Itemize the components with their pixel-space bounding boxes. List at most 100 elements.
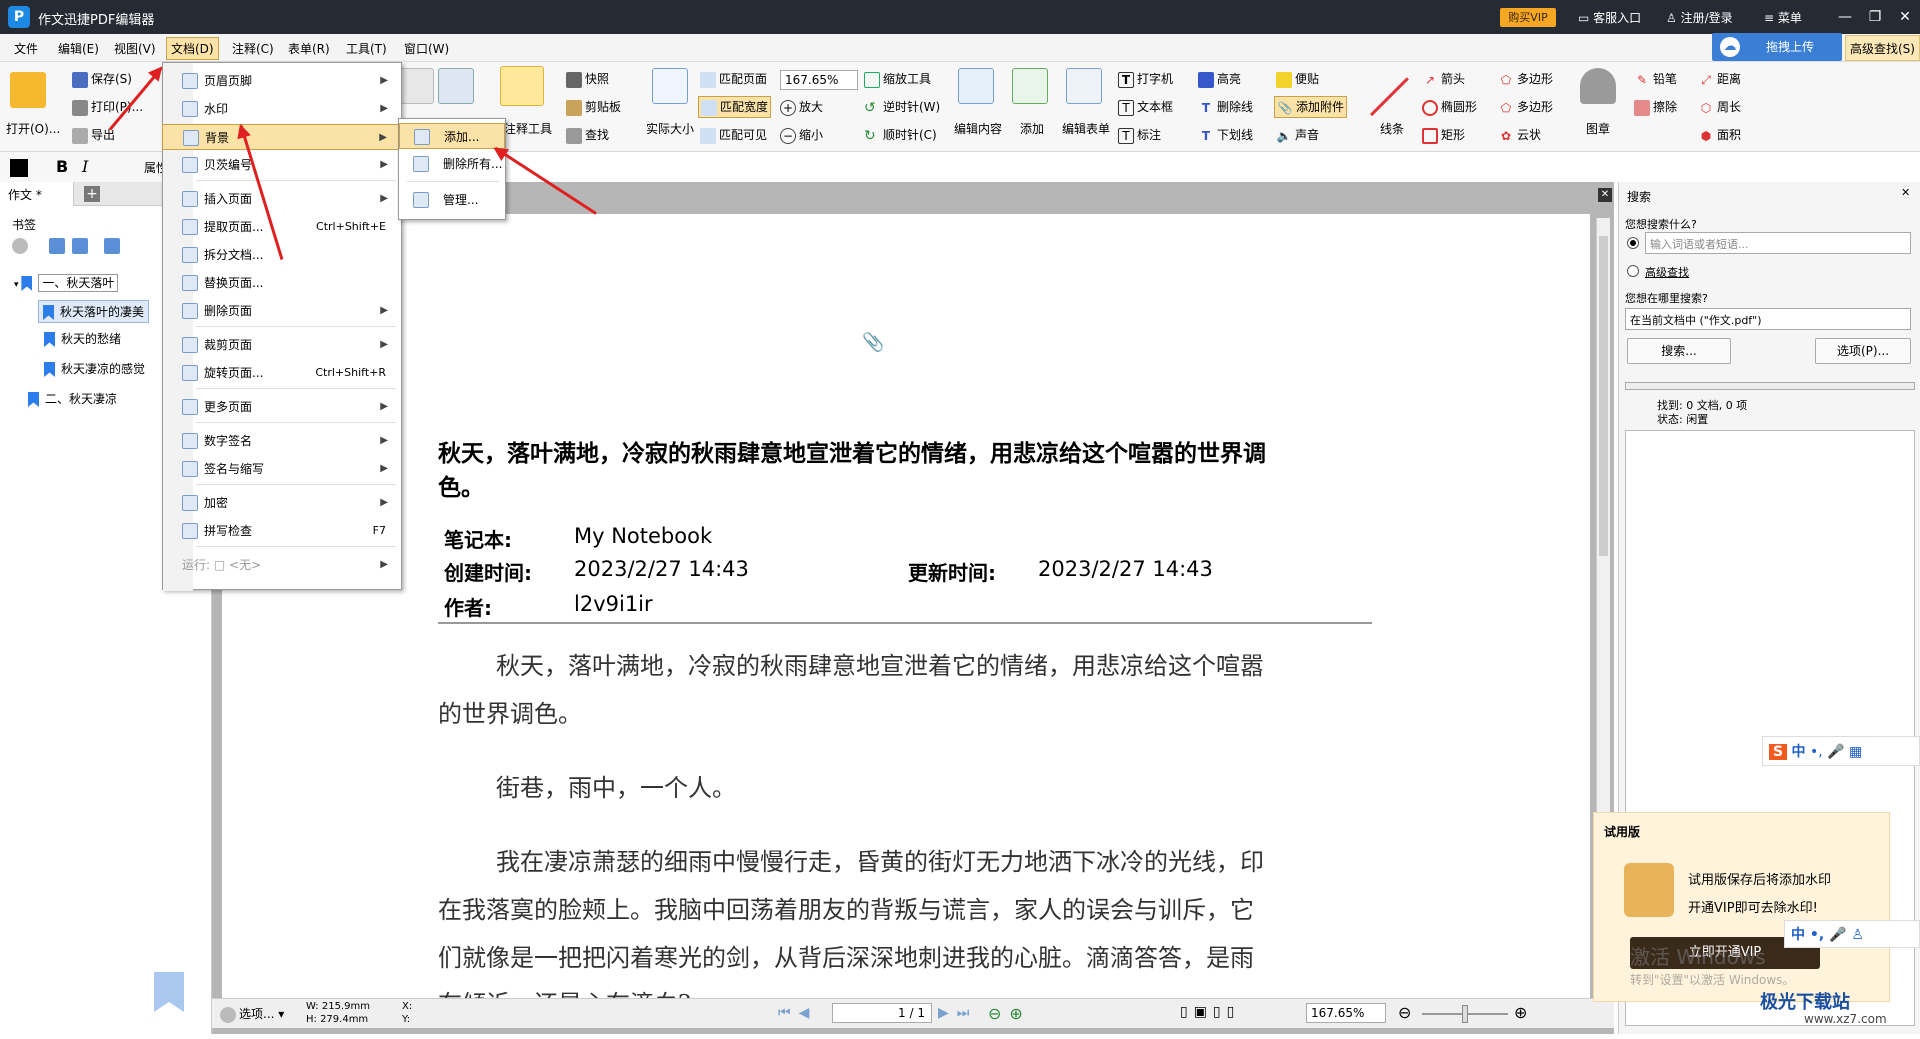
color-swatch[interactable] <box>10 159 28 177</box>
document-menu-item[interactable]: 裁剪页面 ▶ <box>162 332 400 358</box>
menu-edit[interactable]: 编辑(E) <box>54 39 103 58</box>
rect-button[interactable]: 矩形 <box>1422 126 1465 144</box>
menu-view[interactable]: 视图(V) <box>110 39 160 58</box>
save-button[interactable]: 保存(S) <box>72 70 132 88</box>
bookmark-item[interactable]: 秋天落叶的凄美 <box>38 300 150 323</box>
page-layout-icons[interactable]: ▯▣▯▯ <box>1180 1004 1240 1020</box>
document-menu-item[interactable]: 加密 ▶ <box>162 490 400 516</box>
bookmark-add-icon[interactable] <box>48 238 65 254</box>
edit-content-icon[interactable] <box>958 68 994 104</box>
document-menu-item[interactable]: 插入页面 ▶ <box>162 186 400 212</box>
document-menu-item[interactable]: 提取页面... Ctrl+Shift+E <box>162 214 400 240</box>
arrow-button[interactable]: ↗ 箭头 <box>1422 70 1465 88</box>
zoom-out-button[interactable]: − 缩小 <box>780 126 823 144</box>
close-doc-icon[interactable]: ✕ <box>1598 188 1612 202</box>
maximize-button[interactable]: ❐ <box>1860 5 1890 29</box>
distance-button[interactable]: ⤢ 距离 <box>1698 70 1741 88</box>
rotate-cw-button[interactable]: ↻ 顺时针(C) <box>864 126 937 144</box>
next-last-page-icons[interactable]: ▶⏭ <box>938 1005 977 1021</box>
submenu-delete-all[interactable]: 删除所有... <box>399 151 505 177</box>
bookmark-item[interactable]: 二、秋天凄凉 <box>28 390 117 407</box>
search-input[interactable]: 输入词语或者短语... <box>1645 232 1911 254</box>
drag-upload-button[interactable]: ☁ 拖拽上传 <box>1712 33 1842 61</box>
edit-form-button[interactable]: 编辑表单 <box>1062 120 1110 137</box>
menu-comment[interactable]: 注释(C) <box>228 39 278 58</box>
submenu-add[interactable]: 添加... <box>399 123 505 149</box>
sound-button[interactable]: 🔈 声音 <box>1276 126 1320 144</box>
zoom-select[interactable]: 167.65% <box>780 70 858 90</box>
highlight-button[interactable]: 高亮 <box>1198 70 1241 88</box>
stamp-icon[interactable] <box>1580 68 1616 104</box>
area-button[interactable]: ⬢ 面积 <box>1698 126 1741 144</box>
sticky-note-button[interactable]: 便贴 <box>1276 70 1319 88</box>
customer-service-link[interactable]: ▭ 客服入口 <box>1578 9 1641 26</box>
menu-file[interactable]: 文件 <box>10 39 42 58</box>
find-button[interactable]: 查找 <box>566 126 609 144</box>
eraser-button[interactable]: 擦除 <box>1634 98 1677 116</box>
rotate-ccw-button[interactable]: ↺ 逆时针(W) <box>864 98 940 116</box>
select-text-icon[interactable] <box>438 68 474 104</box>
actual-size-button[interactable]: 实际大小 <box>646 120 694 137</box>
advanced-search-button[interactable]: 高级查找(S) <box>1845 35 1920 61</box>
status-zoom-select[interactable]: 167.65% <box>1306 1003 1386 1023</box>
document-menu-item[interactable]: 贝茨编号 ▶ <box>162 152 400 178</box>
attachment-icon[interactable]: 📎 <box>862 332 884 353</box>
zoom-out-icon[interactable]: ⊖ <box>1398 1003 1411 1022</box>
annot-tool-button[interactable]: 注释工具 <box>504 120 552 137</box>
document-menu-item[interactable]: 旋转页面... Ctrl+Shift+R <box>162 360 400 386</box>
edit-content-button[interactable]: 编辑内容 <box>954 120 1002 137</box>
zoom-in-icon[interactable]: ⊕ <box>1514 1003 1527 1022</box>
bookmark-item[interactable]: ▾ 一、秋天落叶 <box>14 274 119 292</box>
scrollbar-thumb[interactable] <box>1599 236 1608 556</box>
strikeout-button[interactable]: T 删除线 <box>1198 98 1253 116</box>
textbox-button[interactable]: T 文本框 <box>1118 98 1173 116</box>
document-menu-item[interactable]: 数字签名 ▶ <box>162 428 400 454</box>
actual-size-icon[interactable] <box>652 68 688 104</box>
document-menu-item[interactable]: 页眉页脚 ▶ <box>162 68 400 94</box>
back-forward-icons[interactable]: ⊖⊕ <box>988 1004 1031 1023</box>
callout-button[interactable]: T 标注 <box>1118 126 1161 144</box>
comment-tool-icon[interactable] <box>500 66 544 106</box>
hand-tool-icon[interactable] <box>398 68 434 104</box>
radio-phrase[interactable] <box>1627 237 1639 249</box>
search-button[interactable]: 搜索... <box>1627 338 1731 364</box>
zoom-in-button[interactable]: + 放大 <box>780 98 823 116</box>
menu-tools[interactable]: 工具(T) <box>342 39 391 58</box>
ime-toolbar-2[interactable]: 中 •, 🎤 ♙ <box>1784 920 1920 948</box>
ellipse-button[interactable]: 椭圆形 <box>1422 98 1477 116</box>
stamp-button[interactable]: 图章 <box>1586 120 1610 137</box>
folder-icon[interactable] <box>10 72 46 108</box>
underline-button[interactable]: T 下划线 <box>1198 126 1253 144</box>
page-number-input[interactable]: 1 / 1 <box>832 1003 932 1023</box>
doc-tab[interactable]: 作文 * <box>0 182 74 206</box>
document-menu-item[interactable]: 水印 ▶ <box>162 96 400 122</box>
fit-visible-button[interactable]: 匹配可见 <box>700 126 767 144</box>
bookmark-item[interactable]: 秋天的愁绪 <box>44 330 121 347</box>
buy-vip-button[interactable]: 购买VIP <box>1500 8 1556 27</box>
menu-window[interactable]: 窗口(W) <box>400 39 453 58</box>
polyline-button[interactable]: ⬠ 多边形 <box>1498 98 1553 116</box>
bookmark-expand-icon[interactable] <box>71 238 88 254</box>
login-link[interactable]: ♙ 注册/登录 <box>1666 9 1733 26</box>
gear-icon[interactable] <box>12 238 28 254</box>
polygon-button[interactable]: ⬠ 多边形 <box>1498 70 1553 88</box>
edit-form-icon[interactable] <box>1066 68 1102 104</box>
menu-document[interactable]: 文档(D) <box>166 37 219 60</box>
document-menu-item[interactable]: 更多页面 ▶ <box>162 394 400 420</box>
zoom-slider-handle[interactable] <box>1462 1005 1468 1023</box>
document-menu-item[interactable]: 运行: □ <无> ▶ <box>162 552 400 578</box>
first-prev-page-icons[interactable]: ⏮◀ <box>778 1005 817 1021</box>
minimize-button[interactable]: — <box>1830 5 1860 29</box>
bookmark-item[interactable]: 秋天凄凉的感觉 <box>44 360 145 377</box>
search-scope-select[interactable]: 在当前文档中 ("作文.pdf") <box>1625 308 1911 330</box>
search-options-button[interactable]: 选项(P)... <box>1815 338 1911 364</box>
document-menu-item[interactable]: 替换页面... <box>162 270 400 296</box>
select-options[interactable]: 选项... ▾ <box>220 1005 284 1023</box>
main-menu-button[interactable]: ≡ 菜单 <box>1764 9 1802 26</box>
line-button[interactable]: 线条 <box>1380 120 1404 137</box>
cloud-button[interactable]: ✿ 云状 <box>1498 126 1541 144</box>
perimeter-button[interactable]: ⬡ 周长 <box>1698 98 1741 116</box>
ime-toolbar[interactable]: S 中 •, 🎤 ▦ <box>1762 736 1920 766</box>
add-button[interactable]: 添加 <box>1020 120 1044 137</box>
close-icon[interactable]: ✕ <box>1901 186 1910 199</box>
